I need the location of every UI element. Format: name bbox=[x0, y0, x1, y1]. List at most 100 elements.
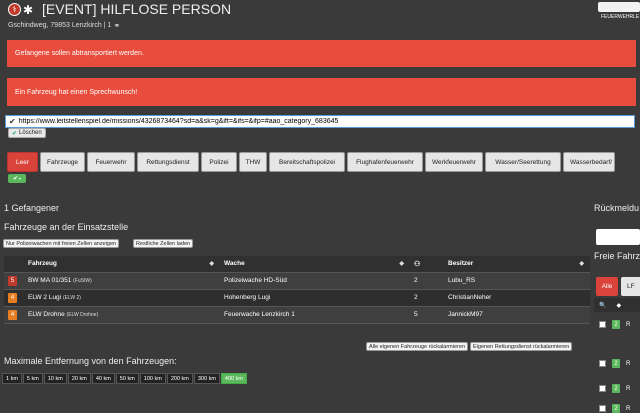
prisoner-count: 1 Gefangener bbox=[4, 203, 60, 213]
status-badge: 4 bbox=[8, 309, 17, 320]
distance-buttons: 1 km 5 km 10 km 20 km 40 km 50 km 100 km… bbox=[2, 373, 247, 384]
vehicle-checkbox[interactable] bbox=[599, 405, 606, 412]
confirm-button[interactable]: ✔ ▾ bbox=[8, 174, 26, 183]
free-vehicle-row[interactable]: 2 R bbox=[594, 384, 640, 393]
distance-10km-button[interactable]: 10 km bbox=[43, 373, 67, 384]
status-cell: 4 bbox=[4, 306, 24, 324]
snowflake-icon: ✱ bbox=[23, 2, 34, 17]
owner-cell[interactable]: JannickM97 bbox=[444, 306, 590, 324]
tab-bereitschaftspolizei[interactable]: Bereitschaftspolizei bbox=[269, 152, 345, 172]
aao-tabs: Leer Fahrzeuge Feuerwehr Rettungsdienst … bbox=[7, 152, 615, 172]
owner-cell[interactable]: ChristianNeher bbox=[444, 289, 590, 307]
tab-leer[interactable]: Leer bbox=[7, 152, 38, 172]
tab-werkfeuerwehr[interactable]: Werkfeuerwehr bbox=[425, 152, 483, 172]
free-vehicles-header: 🔍 ◆ bbox=[594, 298, 640, 312]
vehicle-name[interactable]: BW MA 01/351 bbox=[28, 277, 71, 284]
vehicle-column-header[interactable]: Fahrzeug ◆ bbox=[24, 256, 220, 273]
vehicle-checkbox[interactable] bbox=[599, 321, 606, 328]
url-field-wrapper: ✔ bbox=[5, 115, 635, 128]
mission-title: [EVENT] HILFLOSE PERSON bbox=[42, 1, 232, 17]
vehicle-type: (ELW 2) bbox=[62, 295, 81, 301]
distance-5km-button[interactable]: 5 km bbox=[22, 373, 43, 384]
status-badge: 5 bbox=[8, 275, 17, 286]
station-column-header[interactable]: Wache ◆ bbox=[220, 256, 410, 273]
status-cell: 5 bbox=[4, 272, 24, 290]
top-right-field[interactable] bbox=[598, 2, 640, 12]
tab-wasserbedarf[interactable]: Wasserbedarf/ bbox=[563, 152, 615, 172]
vehicle-header-label: Fahrzeug bbox=[28, 260, 57, 268]
recall-all-own-button[interactable]: Alle eigenen Fahrzeuge rückalarmieren bbox=[366, 342, 468, 351]
tab-flughafenfeuerwehr[interactable]: Flughafenfeuerwehr bbox=[347, 152, 423, 172]
distance-200km-button[interactable]: 200 km bbox=[166, 373, 193, 384]
tab-wasser-seerettung[interactable]: Wasser/Seerettung bbox=[485, 152, 561, 172]
owner-cell[interactable]: Lubu_RS bbox=[444, 272, 590, 290]
game-logo-icon: ⚕ bbox=[8, 3, 21, 16]
feedback-input[interactable] bbox=[596, 229, 640, 245]
vehicle-cell[interactable]: ELW Drohne (ELW Drohne) bbox=[24, 306, 220, 324]
status-badge: 2 bbox=[612, 404, 620, 413]
status-column-header bbox=[4, 256, 24, 273]
sort-icon: ◆ bbox=[209, 261, 214, 268]
tab-fahrzeuge[interactable]: Fahrzeuge bbox=[40, 152, 85, 172]
station-cell[interactable]: Hohenberg Lugi bbox=[220, 289, 410, 307]
tab-feuerwehr[interactable]: Feuerwehr bbox=[87, 152, 135, 172]
distance-40km-button[interactable]: 40 km bbox=[91, 373, 115, 384]
vehicle-name[interactable]: R bbox=[626, 386, 630, 392]
alert-radio-request: Ein Fahrzeug hat einen Sprechwunsch! bbox=[7, 78, 636, 106]
status-cell: 4 bbox=[4, 289, 24, 307]
owner-header-label: Besitzer bbox=[448, 260, 474, 268]
free-vehicle-row[interactable]: 2 R bbox=[594, 320, 640, 329]
table-row: 4 ELW Drohne (ELW Drohne) Feuerwache Len… bbox=[4, 306, 590, 324]
station-cell[interactable]: Feuerwache Lenzkirch 1 bbox=[220, 306, 410, 324]
tab-polizei[interactable]: Polizei bbox=[201, 152, 237, 172]
check-icon: ✔ bbox=[12, 176, 18, 182]
url-input[interactable] bbox=[18, 118, 619, 125]
table-row: 4 ELW 2 Lugi (ELW 2) Hohenberg Lugi 2 Ch… bbox=[4, 289, 590, 307]
vehicle-type: (ELW Drohne) bbox=[66, 312, 99, 318]
delete-button[interactable]: ✔ Löschen bbox=[8, 128, 46, 138]
status-badge: 4 bbox=[8, 292, 17, 303]
tab-lf[interactable]: LF bbox=[621, 277, 640, 296]
caret-down-icon: ▾ bbox=[19, 176, 22, 181]
vehicle-name[interactable]: R bbox=[626, 406, 630, 412]
vehicle-name[interactable]: ELW Drohne bbox=[28, 311, 65, 318]
load-remaining-cells-button[interactable]: Restliche Zellen laden bbox=[133, 239, 194, 248]
check-icon: ✔ bbox=[9, 117, 16, 126]
tab-rettungsdienst[interactable]: Rettungsdienst bbox=[137, 152, 199, 172]
vehicle-cell[interactable]: ELW 2 Lugi (ELW 2) bbox=[24, 289, 220, 307]
vehicle-type: (FuStW) bbox=[73, 278, 92, 284]
title-icons: ⚕ ✱ bbox=[8, 3, 33, 16]
distance-100km-button[interactable]: 100 km bbox=[139, 373, 166, 384]
crew-icon: ⚇ bbox=[414, 260, 421, 268]
distance-20km-button[interactable]: 20 km bbox=[67, 373, 91, 384]
status-badge: 2 bbox=[612, 384, 620, 393]
vehicle-name[interactable]: R bbox=[626, 322, 630, 328]
vehicle-cell[interactable]: BW MA 01/351 (FuStW) bbox=[24, 272, 220, 290]
police-free-cells-button[interactable]: Nur Polizeiwachen mit freien Zellen anze… bbox=[3, 239, 120, 248]
check-small-icon: ✔ bbox=[12, 130, 18, 137]
owner-column-header[interactable]: Besitzer ◆ bbox=[444, 256, 590, 273]
recall-own-rd-button[interactable]: Eigenen Rettungsdienst rückalarmieren bbox=[470, 342, 573, 351]
free-vehicle-row[interactable]: 2 R bbox=[594, 404, 640, 413]
vehicle-name[interactable]: ELW 2 Lugi bbox=[28, 294, 61, 301]
distance-50km-button[interactable]: 50 km bbox=[115, 373, 139, 384]
tab-all-vehicles[interactable]: Alle bbox=[596, 277, 618, 296]
vehicle-name[interactable]: R bbox=[626, 361, 630, 367]
search-icon[interactable]: 🔍 bbox=[599, 302, 606, 309]
status-badge: 2 bbox=[612, 359, 620, 368]
tab-thw[interactable]: THW bbox=[239, 152, 267, 172]
vehicle-checkbox[interactable] bbox=[599, 385, 606, 392]
vehicle-checkbox[interactable] bbox=[599, 360, 606, 367]
free-vehicle-row[interactable]: 2 R bbox=[594, 359, 640, 368]
address-count: | 1 bbox=[103, 22, 112, 29]
distance-1km-button[interactable]: 1 km bbox=[2, 373, 22, 384]
alert-prisoners: Gefangene sollen abtransportiert werden. bbox=[7, 40, 636, 67]
distance-300km-button[interactable]: 300 km bbox=[193, 373, 220, 384]
people-icon[interactable]: ⚭ bbox=[113, 21, 120, 30]
free-vehicles-heading: Freie Fahrz bbox=[594, 251, 640, 261]
crew-column-header[interactable]: ⚇ bbox=[410, 256, 444, 273]
crew-cell: 5 bbox=[410, 306, 444, 324]
distance-400km-button[interactable]: 400 km bbox=[220, 373, 247, 384]
station-cell[interactable]: Polizeiwache HD-Süd bbox=[220, 272, 410, 290]
status-badge: 2 bbox=[612, 320, 620, 329]
